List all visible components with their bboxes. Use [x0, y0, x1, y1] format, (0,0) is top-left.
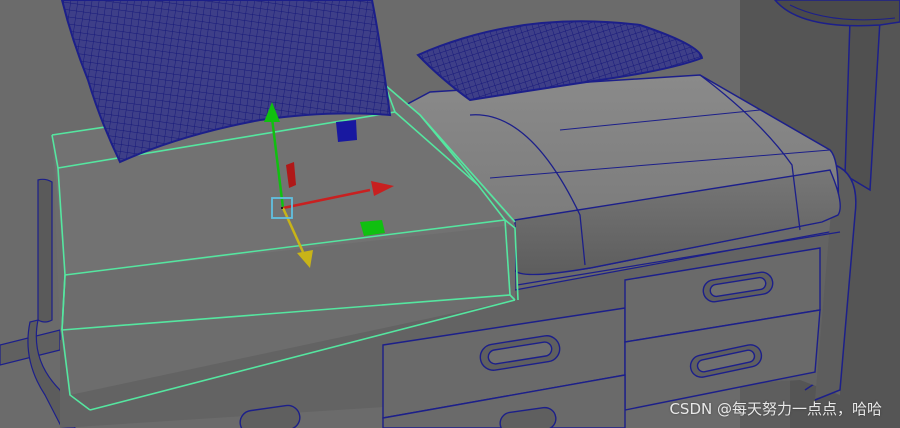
watermark-text: CSDN @每天努力一点点，哈哈	[669, 400, 882, 418]
3d-viewport[interactable]: CSDN @每天努力一点点，哈哈	[0, 0, 900, 428]
plane-handle-xy	[336, 120, 357, 142]
viewport-scene[interactable]	[0, 0, 900, 428]
